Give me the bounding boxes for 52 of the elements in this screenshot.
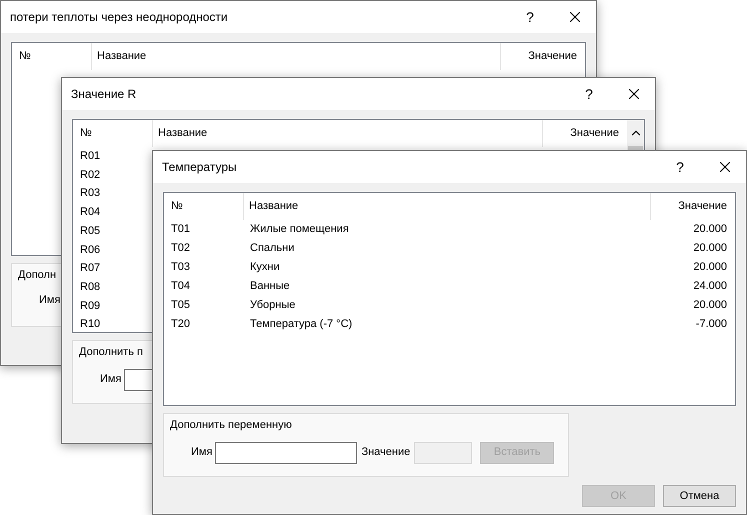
table-cell-text: T05 [170,298,191,314]
field-label: Имя [100,372,122,388]
table-cell-text: T01 [170,222,191,238]
table-cell-text: Спальни [249,241,296,256]
table-cell-text: Уборные [249,298,296,314]
table-cell-text: 20.000 [692,222,728,238]
dialog-button[interactable]: Отмена [663,485,736,507]
table-cell-text: Температура (-7 °C) [249,317,354,332]
table-cell-text: R05 [79,224,102,239]
table-cell-text: R02 [79,168,102,183]
column-header[interactable]: Значение [543,120,627,147]
table-cell-text: 24.000 [692,279,728,294]
window-title: Температуры [162,159,237,176]
column-header[interactable]: Название [244,193,651,220]
table-cell-text: R07 [79,261,102,276]
table-cell-text: Кухни [249,260,281,276]
column-header[interactable]: № [73,120,153,147]
group-title: Дополнить переменную [169,418,292,433]
column-header[interactable]: Значение [651,193,735,220]
table-cell-text: R03 [79,186,102,202]
table-cell-text: R10 [79,317,102,332]
field-label: Значение [361,445,410,460]
table-cell-text: T02 [170,241,191,256]
table-cell-text: R09 [79,298,102,314]
table-cell-text: Ванные [249,279,291,294]
window-title: потери теплоты через неоднородности [10,9,228,26]
help-button[interactable]: ? [574,84,604,104]
group-title: Дополнить п [78,345,143,360]
help-button[interactable]: ? [515,6,545,28]
table-cell-text: 20.000 [692,298,728,314]
table-cell-text: T03 [170,260,191,276]
column-header[interactable]: № [12,43,92,70]
table-cell-text: R06 [79,242,102,258]
table-cell-text: Жилые помещения [249,222,350,238]
table-cell-text: R04 [79,205,102,220]
group-title: Дополн [17,268,56,283]
name-field[interactable] [215,442,358,464]
table-cell-text: R08 [79,280,102,295]
window-title: Значение R [71,86,136,103]
table-cell-text: 20.000 [692,241,728,256]
table-cell-text: T20 [170,317,191,332]
help-button[interactable]: ? [665,156,695,178]
column-header[interactable]: Название [92,43,501,70]
field-label: Имя [191,445,212,460]
field-label: Имя [39,292,60,308]
table-cell-text: T04 [170,279,191,294]
table-cell-text: R01 [79,149,102,164]
table-cell-text: 20.000 [692,260,728,276]
column-header[interactable]: Значение [501,43,585,70]
column-header[interactable]: Название [153,120,543,147]
column-header[interactable]: № [164,193,244,220]
table-cell-text: -7.000 [694,317,728,332]
